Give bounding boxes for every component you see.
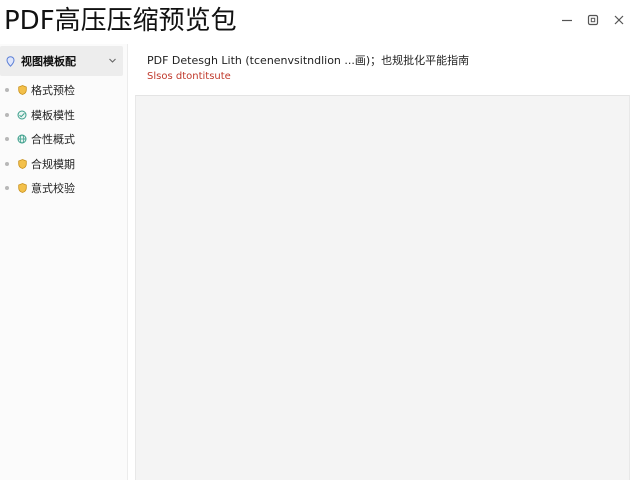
bullet <box>5 186 9 191</box>
pin-icon <box>5 55 15 67</box>
sidebar-group-header[interactable]: 视图模板配 <box>0 46 123 76</box>
sidebar: 视图模板配 格式预检 模板模性 合性概式 合规模期 意式校验 <box>0 44 128 480</box>
main-panel: PDF Detesgh Lith (tcenenvsitndlion ...画)… <box>135 44 630 480</box>
title-bar: PDF高压压缩预览包 <box>0 0 640 44</box>
document-header: PDF Detesgh Lith (tcenenvsitndlion ...画)… <box>135 44 630 94</box>
shield-icon <box>17 183 27 194</box>
minimize-button[interactable] <box>554 11 580 29</box>
minimize-icon <box>561 14 573 26</box>
bullet <box>5 161 9 166</box>
bullet <box>5 137 9 142</box>
sidebar-item-label: 合规模期 <box>31 157 75 171</box>
sidebar-list: 格式预检 模板模性 合性概式 合规模期 意式校验 <box>0 78 127 201</box>
close-button[interactable] <box>606 11 632 29</box>
sidebar-item-compliance-period[interactable]: 合规模期 <box>0 152 127 177</box>
sidebar-item-label: 模板模性 <box>31 108 75 122</box>
shield-icon <box>17 158 27 169</box>
sidebar-item-label: 意式校验 <box>31 182 75 196</box>
gauge-icon <box>17 109 27 120</box>
sidebar-group-label: 视图模板配 <box>21 55 76 68</box>
restore-icon <box>587 14 599 26</box>
sidebar-item-style-verify[interactable]: 意式校验 <box>0 176 127 201</box>
sidebar-item-label: 合性概式 <box>31 133 75 147</box>
document-title: PDF Detesgh Lith (tcenenvsitndlion ...画)… <box>147 54 470 67</box>
chevron-down-icon <box>108 55 117 68</box>
sidebar-item-format-check[interactable]: 格式预检 <box>0 78 127 103</box>
sidebar-item-template[interactable]: 模板模性 <box>0 103 127 128</box>
sidebar-item-compliance-format[interactable]: 合性概式 <box>0 127 127 152</box>
globe-icon <box>17 134 27 145</box>
preview-area[interactable] <box>135 95 630 480</box>
sidebar-item-label: 格式预检 <box>31 84 75 98</box>
shield-icon <box>17 85 27 96</box>
app-title: PDF高压压缩预览包 <box>4 6 237 36</box>
restore-button[interactable] <box>580 11 606 29</box>
bullet <box>5 88 9 93</box>
window-controls <box>554 11 632 29</box>
close-icon <box>613 14 625 26</box>
bullet <box>5 112 9 117</box>
document-meta: Slsos dtontitsute <box>147 71 231 82</box>
